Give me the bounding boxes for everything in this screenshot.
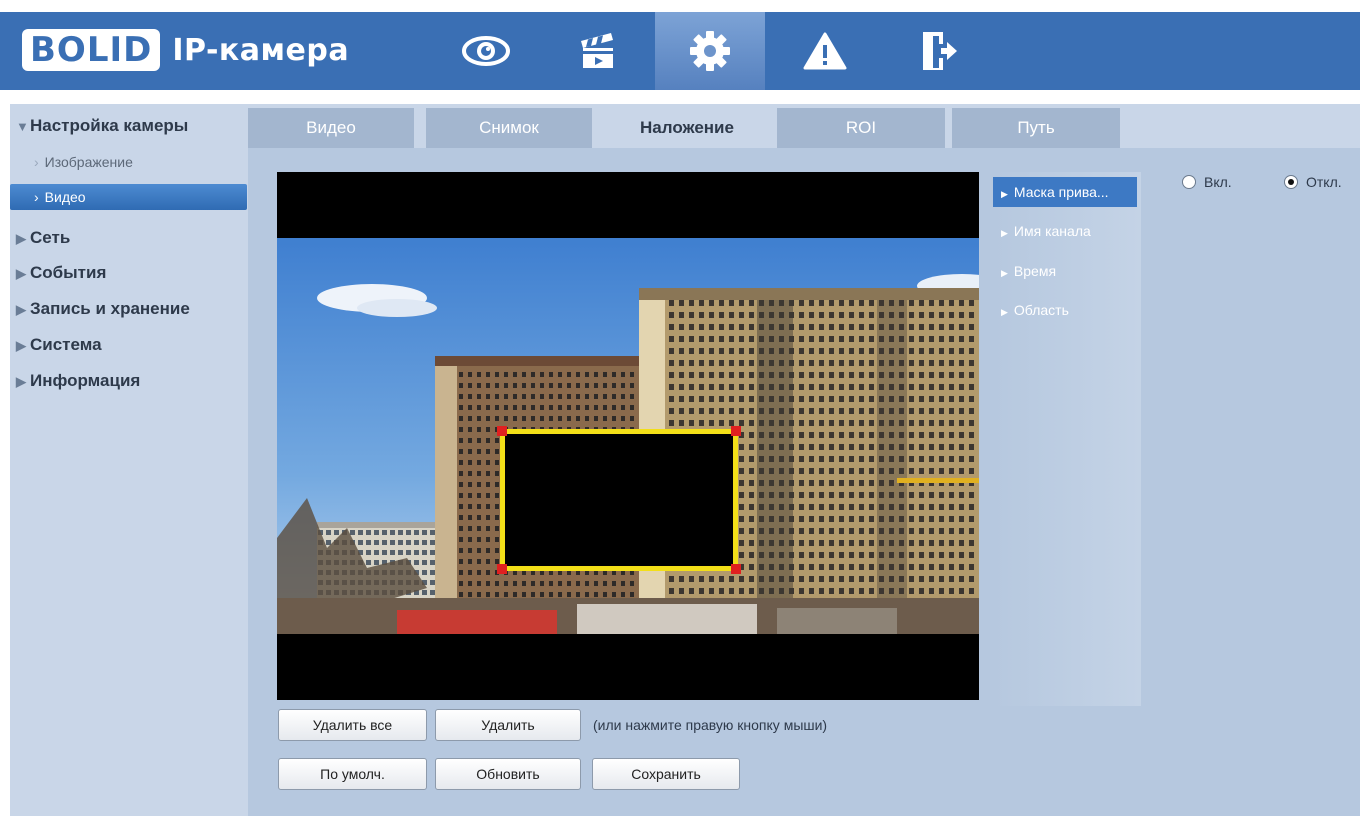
delete-hint-text: (или нажмите правую кнопку мыши) xyxy=(593,717,828,733)
sidebar-item-video[interactable]: › Видео xyxy=(10,184,247,210)
sidebar-item-label: События xyxy=(30,263,107,282)
tab-video[interactable]: Видео xyxy=(248,108,414,148)
resize-handle-top-right[interactable] xyxy=(731,426,741,436)
chevron-right-icon: › xyxy=(34,154,39,170)
nav-setup[interactable] xyxy=(655,12,765,90)
submenu-item-label: Маска прива... xyxy=(1013,184,1109,200)
default-button[interactable]: По умолч. xyxy=(278,758,427,790)
refresh-button[interactable]: Обновить xyxy=(435,758,581,790)
collapsed-triangle-icon: ▶ xyxy=(16,338,26,353)
tab-overlay[interactable]: Наложение xyxy=(603,108,771,148)
sidebar-item-network[interactable]: ▶ Сеть xyxy=(10,223,244,253)
arrow-right-icon: ▶ xyxy=(1001,228,1008,238)
radio-off-label: Откл. xyxy=(1306,174,1342,190)
submenu-item-privacy-mask[interactable]: ▶ Маска прива... xyxy=(993,177,1137,207)
resize-handle-top-left[interactable] xyxy=(497,426,507,436)
collapsed-triangle-icon: ▶ xyxy=(16,374,26,389)
logo: BOLID IP-камера xyxy=(22,29,349,71)
collapsed-triangle-icon: ▶ xyxy=(16,266,26,281)
tab-snapshot[interactable]: Снимок xyxy=(426,108,592,148)
tab-roi[interactable]: ROI xyxy=(777,108,945,148)
logo-text: BOLID xyxy=(30,30,153,70)
submenu-item-label: Имя канала xyxy=(1013,223,1091,239)
sidebar: ▼Настройка камеры › Изображение › Видео ▶ С… xyxy=(10,104,250,816)
sidebar-item-label: Запись и хранение xyxy=(30,299,190,318)
privacy-mask-on-option[interactable]: Вкл. xyxy=(1182,174,1232,190)
collapsed-triangle-icon: ▶ xyxy=(16,302,26,317)
sidebar-item-events[interactable]: ▶ События xyxy=(10,258,244,288)
sidebar-item-label: Информация xyxy=(30,371,141,390)
nav-alarm[interactable] xyxy=(770,12,880,90)
sidebar-item-label: Видео xyxy=(44,189,86,205)
gear-icon xyxy=(690,31,730,71)
warning-icon xyxy=(803,32,847,70)
privacy-mask-off-option[interactable]: Откл. xyxy=(1284,174,1342,190)
resize-handle-bottom-right[interactable] xyxy=(731,564,741,574)
submenu-item-region[interactable]: ▶ Область xyxy=(993,295,1137,325)
video-preview[interactable] xyxy=(277,172,979,700)
logout-icon xyxy=(923,32,957,70)
delete-button[interactable]: Удалить xyxy=(435,709,581,741)
tab-path[interactable]: Путь xyxy=(952,108,1120,148)
sidebar-item-system[interactable]: ▶ Система xyxy=(10,330,244,360)
overlay-submenu: ▶ Маска прива... ▶ Имя канала ▶ Время ▶ Обла… xyxy=(993,172,1141,706)
nav-playback[interactable] xyxy=(543,12,653,90)
submenu-item-time[interactable]: ▶ Время xyxy=(993,256,1137,286)
nav-live-view[interactable] xyxy=(431,12,541,90)
app-title: IP-камера xyxy=(172,32,350,68)
radio-off[interactable] xyxy=(1284,175,1298,189)
sidebar-item-image[interactable]: › Изображение xyxy=(10,149,247,175)
arrow-right-icon: ▶ xyxy=(1001,268,1008,278)
clapperboard-icon xyxy=(581,33,613,68)
save-button[interactable]: Сохранить xyxy=(592,758,740,790)
nav-logout[interactable] xyxy=(884,12,994,90)
delete-all-button[interactable]: Удалить все xyxy=(278,709,427,741)
chevron-right-icon: › xyxy=(34,189,39,205)
sidebar-item-camera-setup[interactable]: ▼Настройка камеры xyxy=(10,111,244,141)
sidebar-item-label: Изображение xyxy=(44,154,133,170)
arrow-right-icon: ▶ xyxy=(1001,189,1008,199)
tab-content: Удалить все Удалить (или нажмите правую … xyxy=(248,148,1360,816)
sidebar-item-label: Сеть xyxy=(30,228,71,247)
privacy-mask-region[interactable] xyxy=(497,426,741,574)
radio-on-label: Вкл. xyxy=(1204,174,1232,190)
sidebar-item-storage[interactable]: ▶ Запись и хранение xyxy=(10,294,244,324)
app-window: BOLID IP-камера ▼Настройка камеры › Изоб… xyxy=(0,0,1360,816)
sidebar-item-label: Настройка камеры xyxy=(30,116,189,135)
submenu-item-label: Область xyxy=(1013,302,1069,318)
submenu-item-channel-name[interactable]: ▶ Имя канала xyxy=(993,216,1137,246)
expanded-triangle-icon: ▼ xyxy=(16,119,29,134)
sidebar-item-label: Система xyxy=(30,335,102,354)
resize-handle-bottom-left[interactable] xyxy=(497,564,507,574)
submenu-item-label: Время xyxy=(1013,263,1057,279)
eye-icon xyxy=(462,36,510,66)
main-panel: Видео Снимок Наложение ROI Путь Удалить … xyxy=(248,104,1360,816)
sidebar-item-info[interactable]: ▶ Информация xyxy=(10,366,244,396)
logo-box: BOLID xyxy=(22,29,161,71)
top-header: BOLID IP-камера xyxy=(0,12,1360,90)
arrow-right-icon: ▶ xyxy=(1001,307,1008,317)
radio-on[interactable] xyxy=(1182,175,1196,189)
collapsed-triangle-icon: ▶ xyxy=(16,231,26,246)
